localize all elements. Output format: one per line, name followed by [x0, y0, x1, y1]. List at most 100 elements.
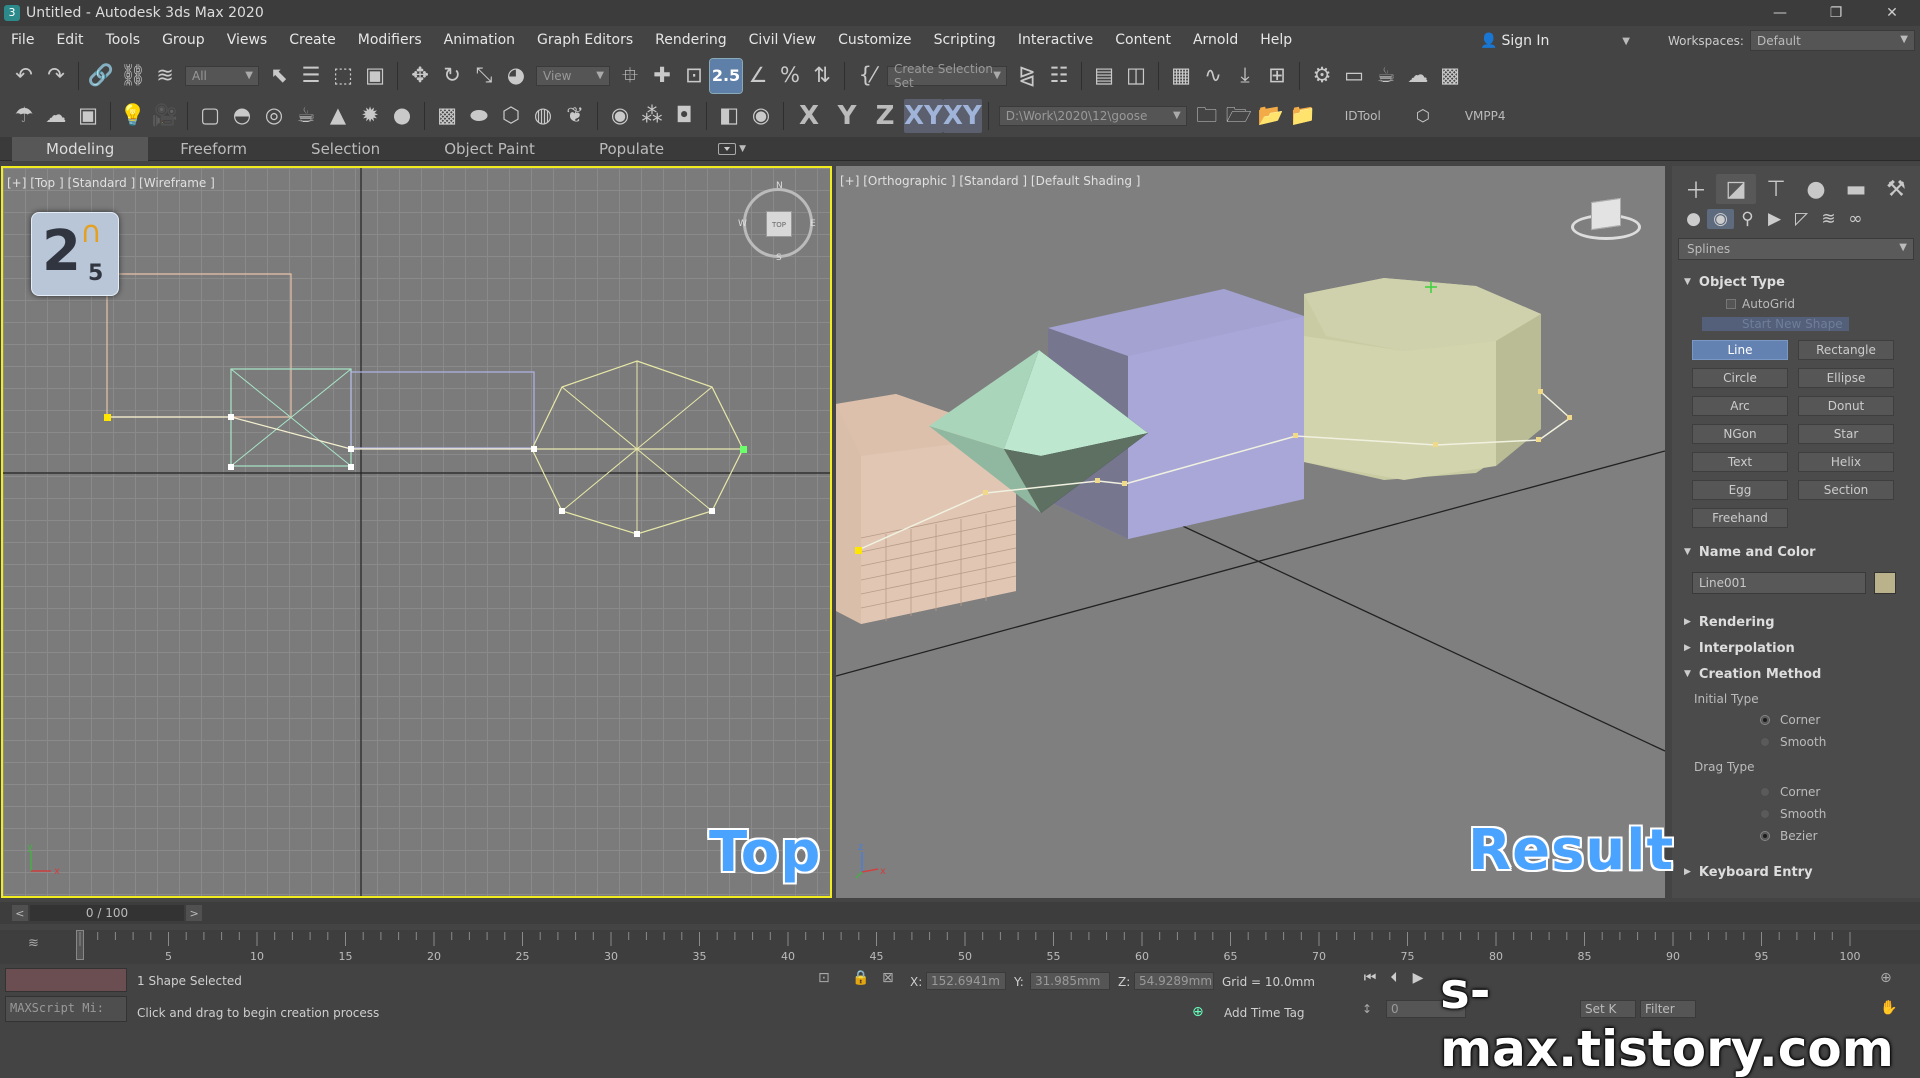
- add-time-tag-button[interactable]: Add Time Tag: [1224, 1006, 1305, 1020]
- prev-frame-icon[interactable]: ⏴: [1382, 970, 1406, 986]
- hierarchy-tab-icon[interactable]: ⊤: [1756, 174, 1796, 204]
- create-tab-icon[interactable]: ＋: [1676, 174, 1716, 204]
- spacewarps-icon[interactable]: ≋: [1815, 209, 1842, 229]
- align-icon[interactable]: ☷: [1043, 59, 1075, 93]
- object-name-input[interactable]: Line001: [1692, 572, 1866, 594]
- helpers-icon[interactable]: ◸: [1788, 209, 1815, 229]
- initial-smooth-radio[interactable]: Smooth: [1760, 734, 1920, 750]
- menu-create[interactable]: Create: [278, 32, 347, 48]
- object-color-swatch[interactable]: [1874, 572, 1896, 594]
- link-icon[interactable]: 🔗: [85, 59, 117, 93]
- project-folder-icon[interactable]: 📂: [1255, 99, 1287, 133]
- category-dropdown[interactable]: Splines ▼: [1678, 238, 1914, 260]
- time-tag-icon[interactable]: ⊕: [1192, 1004, 1204, 1020]
- viewport-perspective[interactable]: [+] [Orthographic ] [Standard ] [Default…: [836, 166, 1673, 898]
- menu-tools[interactable]: Tools: [95, 32, 152, 48]
- cloud-icon[interactable]: ☁: [40, 99, 72, 133]
- menu-help[interactable]: Help: [1249, 32, 1303, 48]
- motion-tab-icon[interactable]: ●: [1796, 174, 1836, 204]
- helix-button[interactable]: Helix: [1798, 452, 1894, 472]
- drag-bezier-radio[interactable]: Bezier: [1760, 828, 1920, 844]
- project-path-dropdown[interactable]: D:\Work\2020\12\goose ▼: [998, 105, 1187, 126]
- pivot-center-icon[interactable]: ⯐: [614, 59, 646, 93]
- tab-populate[interactable]: Populate: [567, 137, 696, 161]
- lights-icon[interactable]: ⚲: [1734, 209, 1761, 229]
- edit-named-selection-icon[interactable]: {⁄: [851, 59, 883, 93]
- z-coordinate-field[interactable]: 54.9289mm: [1134, 972, 1214, 990]
- redo-icon[interactable]: ↷: [40, 59, 72, 93]
- project-save-icon[interactable]: 📁: [1287, 99, 1319, 133]
- rollout-name-color[interactable]: ▼ Name and Color: [1678, 542, 1914, 562]
- render-gallery-icon[interactable]: ▩: [1434, 59, 1466, 93]
- geometry-icon[interactable]: ●: [1680, 209, 1707, 229]
- select-object-icon[interactable]: ⬉: [263, 59, 295, 93]
- grid-material-icon[interactable]: ▩: [431, 99, 463, 133]
- layer-explorer-icon[interactable]: ◫: [1120, 59, 1152, 93]
- chevron-left-icon[interactable]: <: [12, 905, 28, 921]
- time-slider[interactable]: < 0 / 100 >: [12, 904, 202, 922]
- axis-x-button[interactable]: X: [790, 99, 828, 133]
- viewport-top[interactable]: [+] [Top ] [Standard ] [Wireframe ] y x …: [1, 166, 832, 898]
- axis-xy-cycle-button[interactable]: XY: [942, 98, 982, 133]
- open-folder-icon[interactable]: 🗁: [1223, 99, 1255, 133]
- egg-button[interactable]: Egg: [1692, 480, 1788, 500]
- menu-civil-view[interactable]: Civil View: [738, 32, 827, 48]
- section-button[interactable]: Section: [1798, 480, 1894, 500]
- tab-modeling[interactable]: Modeling: [12, 136, 149, 161]
- cameras-icon[interactable]: ▶: [1761, 209, 1788, 229]
- sign-in-button[interactable]: 👤 Sign In ▼: [1480, 30, 1630, 52]
- camera-icon[interactable]: 🎥: [149, 99, 181, 133]
- render-setup-icon[interactable]: ⚙: [1306, 59, 1338, 93]
- menu-content[interactable]: Content: [1104, 32, 1182, 48]
- vmpp-button[interactable]: VMPP4: [1465, 109, 1506, 123]
- isolate-icon[interactable]: ⊡: [818, 970, 830, 986]
- window-crossing-icon[interactable]: ▣: [359, 59, 391, 93]
- menu-graph-editors[interactable]: Graph Editors: [526, 32, 644, 48]
- rendered-frame-icon[interactable]: ▭: [1338, 59, 1370, 93]
- restore-button[interactable]: ❐: [1808, 0, 1864, 26]
- mirror-icon[interactable]: ⧎: [1011, 59, 1043, 93]
- curve-editor-icon[interactable]: ∿: [1197, 59, 1229, 93]
- absolute-mode-icon[interactable]: ⊠: [882, 970, 894, 986]
- scale-icon[interactable]: ⤡: [468, 59, 500, 93]
- chevron-right-icon[interactable]: >: [186, 905, 202, 921]
- capsule-icon[interactable]: ⬬: [463, 99, 495, 133]
- angle-snap-icon[interactable]: ∠: [742, 59, 774, 93]
- placement-icon[interactable]: ◕: [500, 59, 532, 93]
- axis-xy-button[interactable]: XY: [904, 98, 943, 133]
- box-icon[interactable]: ▢: [194, 99, 226, 133]
- utilities-tab-icon[interactable]: ⚒: [1876, 174, 1916, 204]
- menu-rendering[interactable]: Rendering: [644, 32, 738, 48]
- viewcube-top[interactable]: TOP: [766, 211, 792, 237]
- sphere-icon[interactable]: ●: [386, 99, 418, 133]
- render-iterative-icon[interactable]: ☁: [1402, 59, 1434, 93]
- line-button[interactable]: Line: [1692, 340, 1788, 360]
- tab-selection[interactable]: Selection: [279, 137, 412, 161]
- ribbon-menu-icon[interactable]: [718, 142, 737, 155]
- lock-icon[interactable]: 🔒: [852, 970, 869, 986]
- rollout-keyboard-entry[interactable]: ▶ Keyboard Entry: [1678, 862, 1914, 882]
- sun-icon[interactable]: ✹: [354, 99, 386, 133]
- color-balls-icon[interactable]: ⁂: [636, 99, 668, 133]
- key-mode-icon[interactable]: ↕: [1362, 1002, 1372, 1016]
- viewport-label[interactable]: [+] [Orthographic ] [Standard ] [Default…: [840, 174, 1141, 188]
- rollout-rendering[interactable]: ▶ Rendering: [1678, 612, 1914, 632]
- scene-explorer-icon[interactable]: ▤: [1088, 59, 1120, 93]
- menu-scripting[interactable]: Scripting: [923, 32, 1007, 48]
- menu-animation[interactable]: Animation: [433, 32, 526, 48]
- rollout-object-type[interactable]: ▼ Object Type: [1678, 272, 1914, 292]
- ngon-button[interactable]: NGon: [1692, 424, 1788, 444]
- selection-filter-dropdown[interactable]: All ▼: [185, 65, 259, 86]
- start-new-shape-checkbox[interactable]: ✔ Start New Shape: [1702, 316, 1920, 332]
- light-bulb-icon[interactable]: 💡: [117, 99, 149, 133]
- initial-corner-radio[interactable]: Corner: [1760, 712, 1920, 728]
- torus-icon[interactable]: ◎: [258, 99, 290, 133]
- dome-icon[interactable]: ◓: [226, 99, 258, 133]
- ref-coord-dropdown[interactable]: View ▼: [536, 65, 610, 86]
- hexagon-icon[interactable]: ⬡: [1407, 99, 1439, 133]
- modify-tab-icon[interactable]: ◪: [1716, 174, 1756, 204]
- snaps-toggle-icon[interactable]: 2.5: [709, 57, 743, 94]
- drag-smooth-radio[interactable]: Smooth: [1760, 806, 1920, 822]
- star-button[interactable]: Star: [1798, 424, 1894, 444]
- maxscript-mini-input[interactable]: MAXScript Mi:: [5, 996, 127, 1022]
